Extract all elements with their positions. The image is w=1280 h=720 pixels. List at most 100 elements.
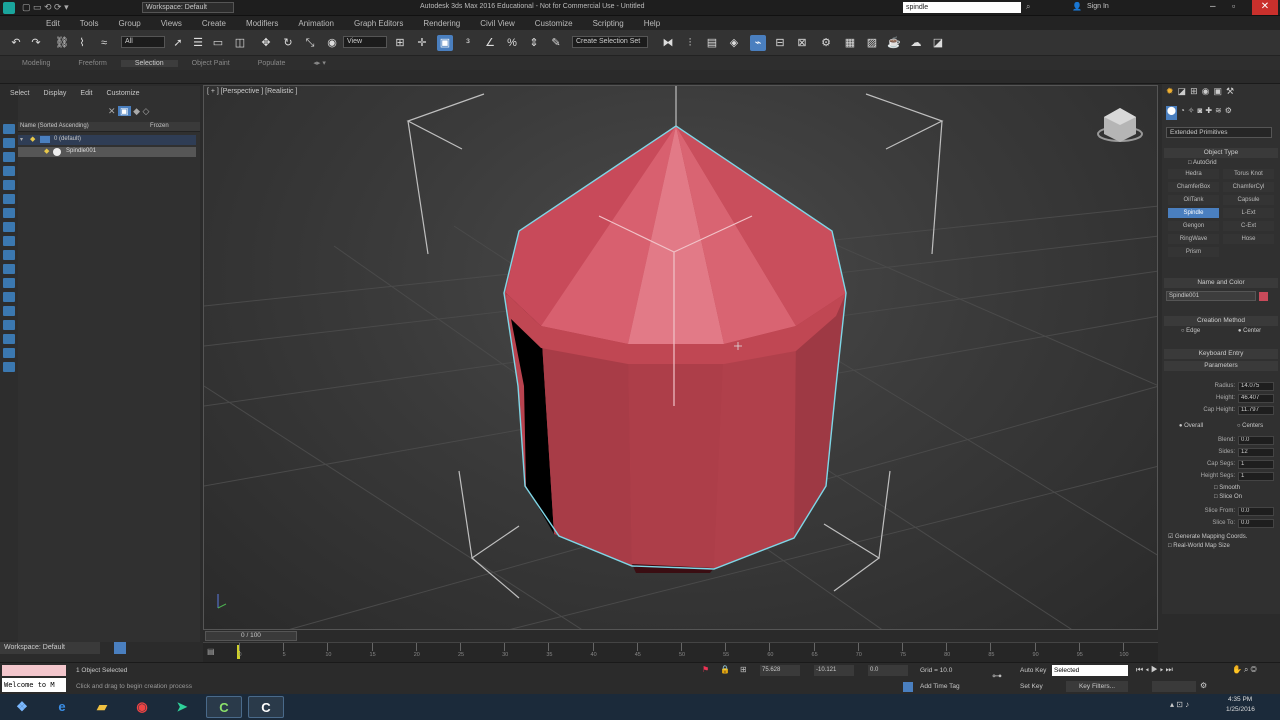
slice-from-spinner[interactable] [1238,506,1274,516]
tab-object-paint[interactable]: Object Paint [178,60,244,67]
modify-tab-icon[interactable]: ◪ [1178,86,1187,100]
parameters-rollout[interactable]: Parameters [1164,361,1278,371]
viewport-nav-icons[interactable]: ✋⌕◎ [1232,665,1259,675]
explorer-options-icon[interactable] [114,642,126,654]
render-production-icon[interactable]: ▨ [864,35,880,51]
scene-menu-select[interactable]: Select [10,90,29,97]
maxscript-listener-top[interactable] [2,665,66,676]
clock-date[interactable]: 1/25/2016 [1226,706,1255,713]
scene-menu-edit[interactable]: Edit [80,90,92,97]
close-button[interactable]: ✕ [1252,0,1278,15]
gen-mapping-checkbox[interactable]: ☑ Generate Mapping Coords. [1168,533,1280,540]
blend-spinner[interactable] [1238,435,1274,445]
edit-named-selection-icon[interactable]: ✎ [548,35,564,51]
torus-knot-button[interactable]: Torus Knot [1223,169,1274,179]
gengon-button[interactable]: Gengon [1168,221,1219,231]
systems-icon[interactable]: ⚙ [1225,106,1232,120]
rotate-icon[interactable]: ↻ [280,35,296,51]
graphite-toggle-icon[interactable]: ◈ [726,35,742,51]
ringwave-button[interactable]: RingWave [1168,234,1219,244]
quick-access-icons[interactable]: ▢ ▭ ⟲ ⟳ ▾ [22,2,69,13]
real-world-checkbox[interactable]: □ Real-World Map Size [1168,543,1280,549]
undo-icon[interactable]: ↶ [8,35,24,51]
start-button-icon[interactable]: ❖ [4,696,40,718]
rect-selection-icon[interactable]: ▭ [210,35,226,51]
slice-to-spinner[interactable] [1238,518,1274,528]
groups-filter-icon[interactable] [3,264,15,274]
xrefs-filter-icon[interactable] [3,278,15,288]
c-ext-button[interactable]: C-Ext [1223,221,1274,231]
x-coord[interactable]: 75.628 [760,665,800,676]
mirror-icon[interactable]: ⧓ [660,35,676,51]
scene-tools-icons[interactable]: ✕ ▣ ◆ ◇ [108,106,149,117]
selection-filter-dropdown[interactable]: All [121,36,165,48]
curve-editor-icon[interactable]: ⌁ [750,35,766,51]
creation-method-rollout[interactable]: Creation Method [1164,316,1278,326]
viewcube-icon[interactable] [1097,108,1143,142]
schematic-view-icon[interactable]: ⊟ [772,35,788,51]
sign-in-link[interactable]: Sign In [1087,3,1109,10]
find-icon[interactable] [3,348,15,358]
tab-selection[interactable]: Selection [120,59,178,67]
ie-icon[interactable]: e [44,696,80,718]
name-color-rollout[interactable]: Name and Color [1164,278,1278,288]
time-slider-thumb[interactable]: 0 / 100 [205,631,297,641]
menu-scripting[interactable]: Scripting [583,19,634,28]
layer-explorer-icon[interactable]: ▤ [704,35,720,51]
select-by-name-icon[interactable]: ☰ [190,35,206,51]
explorer-icon[interactable]: ▰ [84,696,120,718]
hidden-filter-icon[interactable] [3,334,15,344]
material-editor-icon[interactable]: ⊠ [794,35,810,51]
render-cloud-icon[interactable]: ☁ [908,35,924,51]
time-tag-icon[interactable] [903,682,913,692]
absolute-mode-icon[interactable]: ⊞ [740,665,747,674]
motion-tab-icon[interactable]: ◉ [1202,86,1210,100]
current-frame-field[interactable] [1152,681,1196,692]
add-time-tag-button[interactable]: Add Time Tag [920,683,960,690]
app-logo-icon[interactable] [3,2,15,14]
chamferbox-button[interactable]: ChamferBox [1168,182,1219,192]
height-spinner[interactable] [1238,393,1274,403]
pivot-center-icon[interactable]: ⊞ [392,35,408,51]
smooth-checkbox[interactable]: □ Smooth [1214,485,1280,491]
tab-modeling[interactable]: Modeling [8,60,64,67]
camtasia-recorder-icon[interactable]: C [248,696,284,718]
capsule-button[interactable]: Capsule [1223,195,1274,205]
select-object-icon[interactable]: ➚ [170,35,186,51]
menu-animation[interactable]: Animation [288,19,344,28]
window-crossing-icon[interactable]: ◫ [232,35,248,51]
category-dropdown[interactable]: Extended Primitives [1166,127,1272,138]
place-icon[interactable]: ◉ [324,35,340,51]
space-warps-filter-icon[interactable] [3,250,15,260]
containers-filter-icon[interactable] [3,306,15,316]
edge-radio[interactable]: ○ Edge [1181,328,1200,334]
render-a360-icon[interactable]: ◪ [930,35,946,51]
column-frozen-header[interactable]: Frozen [150,123,169,129]
autogrid-checkbox[interactable]: □ AutoGrid [1188,160,1280,166]
link-icon[interactable]: ⛓ [54,35,70,51]
hedra-button[interactable]: Hedra [1168,169,1219,179]
menu-civil-view[interactable]: Civil View [470,19,525,28]
time-config-icon[interactable]: ⚙ [1200,681,1207,690]
app-icon[interactable]: ➤ [164,696,200,718]
scene-menu-display[interactable]: Display [43,90,66,97]
object-color-swatch[interactable] [1259,291,1268,301]
utilities-tab-icon[interactable]: ⚒ [1226,86,1234,100]
lights-icon[interactable]: ✧ [1188,106,1195,120]
options-icon[interactable] [3,362,15,372]
scene-menu-customize[interactable]: Customize [106,90,139,97]
centers-radio[interactable]: ○ Centers [1237,423,1263,429]
object-row[interactable]: Spindle001 [66,148,96,154]
ref-coord-dropdown[interactable]: View [343,36,387,48]
named-selection-dropdown[interactable]: Create Selection Set [572,36,648,48]
key-filters-button[interactable]: Key Filters... [1066,681,1128,692]
cameras-filter-icon[interactable] [3,222,15,232]
snaps-toggle-icon[interactable]: ³ [460,35,476,51]
playback-controls[interactable]: ⏮◂▶▸⏭ [1136,665,1175,675]
layer-visibility-icon[interactable] [40,136,50,143]
clock-time[interactable]: 4:35 PM [1228,696,1252,703]
menu-views[interactable]: Views [151,19,192,28]
time-slider[interactable]: 0 / 100 [203,630,1158,642]
chrome-icon[interactable]: ◉ [124,696,160,718]
l-ext-button[interactable]: L-Ext [1223,208,1274,218]
